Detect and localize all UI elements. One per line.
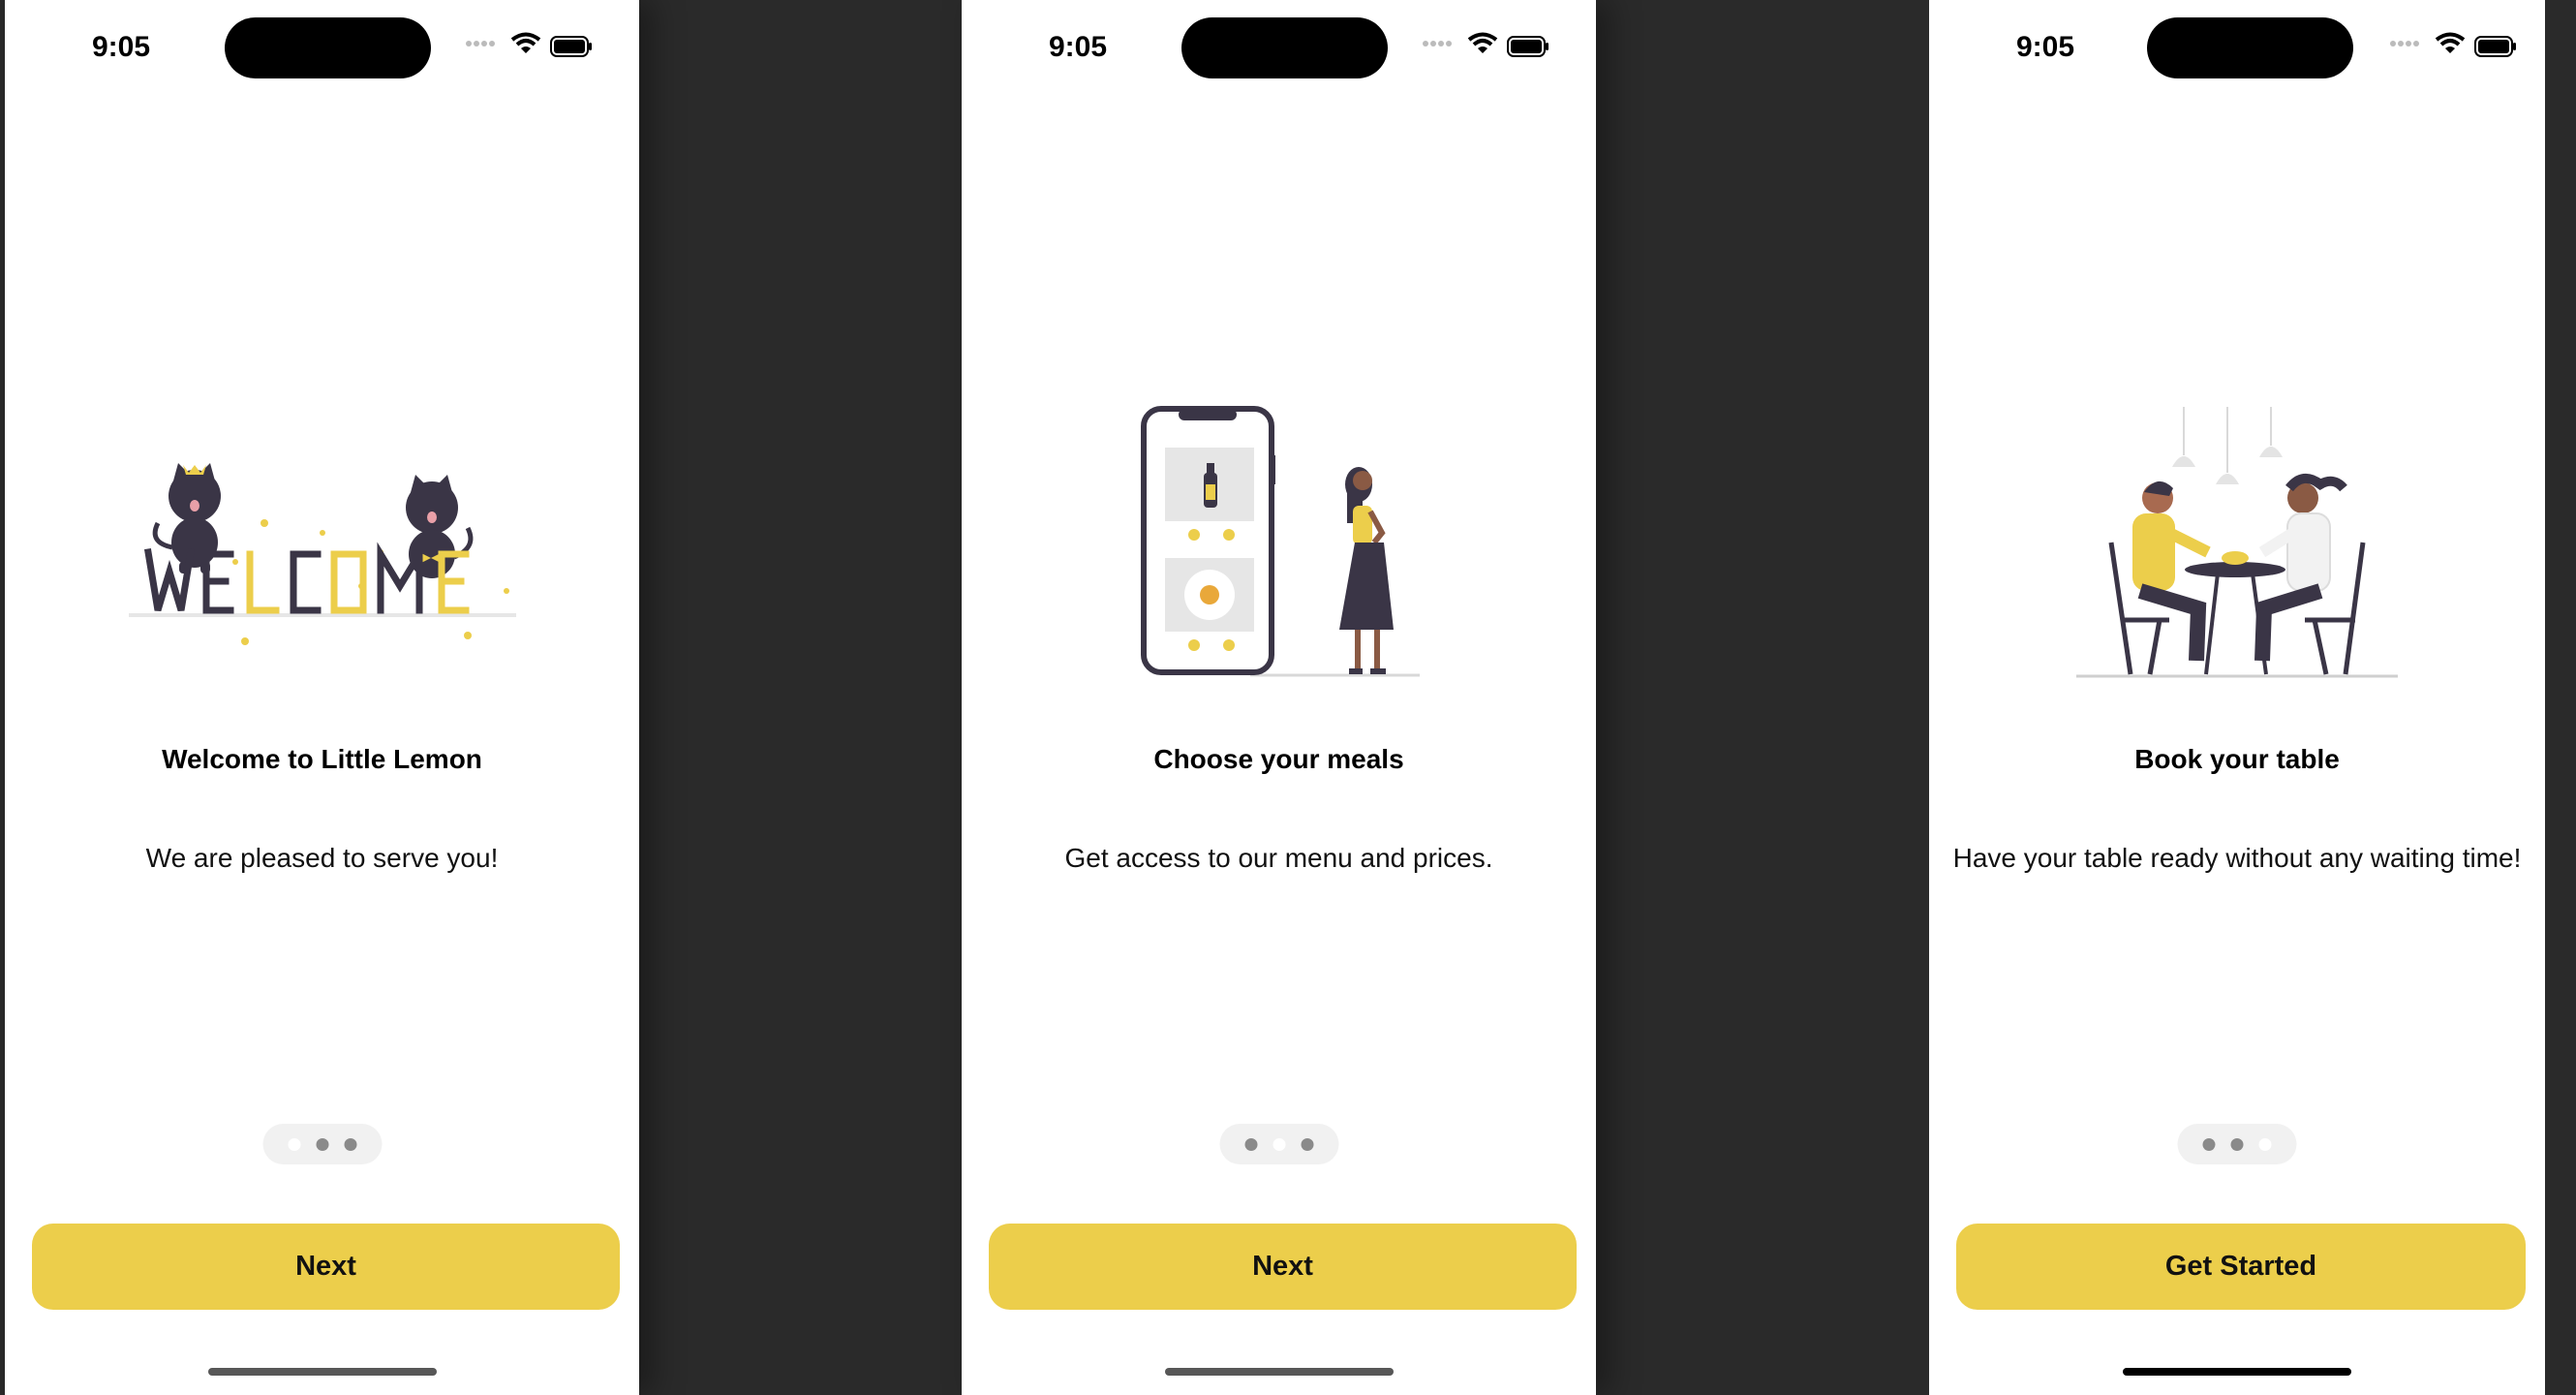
dynamic-island [225, 17, 431, 78]
page-dot-3[interactable] [344, 1137, 356, 1151]
status-time: 9:05 [92, 31, 151, 63]
wifi-icon [2435, 32, 2466, 53]
page-dot-1[interactable] [1244, 1137, 1257, 1151]
welcome-illustration [5, 388, 639, 698]
status-bar: 9:05 [1929, 0, 2545, 97]
page-dot-2[interactable] [316, 1137, 328, 1151]
home-indicator[interactable] [2123, 1368, 2351, 1376]
dynamic-island [2147, 17, 2353, 78]
page-indicator[interactable] [2177, 1124, 2297, 1164]
page-indicator[interactable] [1219, 1124, 1338, 1164]
status-bar: 9:05 [962, 0, 1596, 97]
status-time: 9:05 [2016, 31, 2075, 63]
battery-icon [1507, 36, 1549, 57]
home-indicator[interactable] [207, 1368, 437, 1376]
page-dot-3[interactable] [1301, 1137, 1313, 1151]
onboarding-title: Choose your meals [1153, 744, 1404, 774]
next-button[interactable]: Next [989, 1224, 1577, 1310]
get-started-button[interactable]: Get Started [1956, 1224, 2526, 1310]
welcome-cats-image [128, 463, 516, 645]
onboarding-title: Welcome to Little Lemon [162, 744, 482, 774]
booking-illustration [1929, 388, 2545, 698]
dynamic-island [1181, 17, 1388, 78]
battery-icon [2474, 36, 2516, 57]
status-time: 9:05 [1049, 31, 1108, 63]
home-indicator[interactable] [1164, 1368, 1394, 1376]
onboarding-subtitle: Have your table ready without any waitin… [1952, 843, 2522, 873]
onboarding-screen-meals: 9:05 Choose your meals Get access to our… [962, 0, 1596, 1395]
cellular-signal-icon [1423, 41, 1452, 46]
battery-icon [550, 36, 592, 57]
onboarding-title: Book your table [2134, 744, 2340, 774]
onboarding-screen-welcome: 9:05 Welcome to Little Lemon We are plea… [5, 0, 639, 1395]
page-indicator[interactable] [262, 1124, 382, 1164]
cellular-signal-icon [2390, 41, 2419, 46]
page-dot-2[interactable] [1273, 1137, 1285, 1151]
page-dot-1[interactable] [288, 1137, 300, 1151]
wifi-icon [510, 32, 541, 53]
wifi-icon [1467, 32, 1498, 53]
status-bar: 9:05 [5, 0, 639, 97]
phone-menu-woman-image [1140, 406, 1420, 677]
page-dot-2[interactable] [2230, 1137, 2244, 1151]
meals-illustration [962, 388, 1596, 698]
next-button[interactable]: Next [32, 1224, 620, 1310]
onboarding-subtitle: Get access to our menu and prices. [1064, 843, 1493, 873]
onboarding-subtitle: We are pleased to serve you! [145, 843, 499, 873]
page-dot-1[interactable] [2202, 1137, 2216, 1151]
onboarding-screen-booking: 9:05 Book your table Have your table rea… [1929, 0, 2545, 1395]
page-dot-3[interactable] [2258, 1137, 2272, 1151]
cellular-signal-icon [466, 41, 495, 46]
couple-dining-image [2076, 407, 2398, 678]
